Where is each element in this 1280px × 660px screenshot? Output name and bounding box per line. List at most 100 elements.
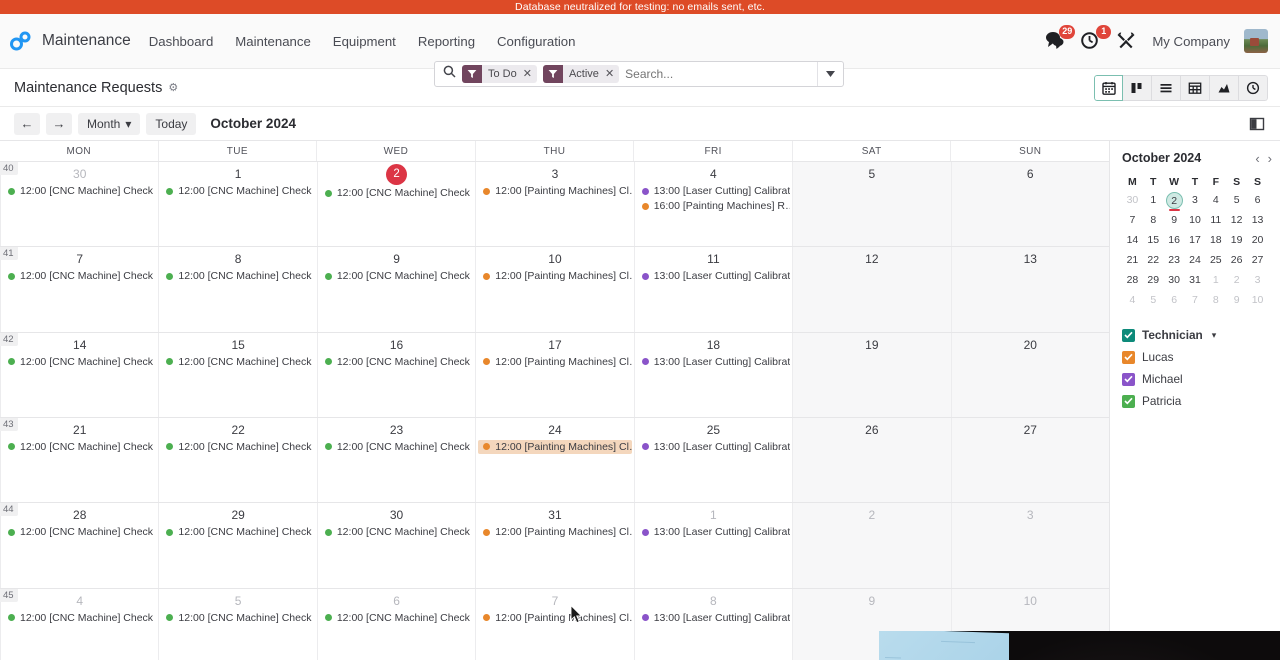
day-number[interactable]: 26 <box>793 421 950 439</box>
day-cell[interactable]: 20 <box>950 332 1109 417</box>
day-cell[interactable]: 31 12:00 [Painting Machines] Cl… <box>475 503 634 588</box>
calendar-event[interactable]: 12:00 [CNC Machine] Check … <box>3 269 156 283</box>
mini-day[interactable]: 2 <box>1226 270 1247 290</box>
view-activity-button[interactable] <box>1239 74 1268 101</box>
day-cell[interactable]: 22 12:00 [CNC Machine] Check … <box>158 417 317 503</box>
day-number[interactable]: 6 <box>318 592 475 610</box>
day-cell[interactable]: 23 12:00 [CNC Machine] Check … <box>316 417 476 503</box>
day-number[interactable]: 2 <box>793 506 950 524</box>
day-cell[interactable]: 17 12:00 [Painting Machines] Cl… <box>475 332 634 417</box>
day-number[interactable]: 3 <box>476 165 633 183</box>
day-cell[interactable]: 9 12:00 [CNC Machine] Check … <box>316 247 476 332</box>
day-number[interactable]: 5 <box>793 165 950 183</box>
day-cell[interactable]: 12 <box>792 247 951 332</box>
calendar-event[interactable]: 12:00 [CNC Machine] Check … <box>320 440 473 454</box>
mini-day-today[interactable]: 2 <box>1164 190 1185 211</box>
mini-day[interactable]: 10 <box>1247 290 1268 310</box>
day-cell[interactable]: 28 12:00 [CNC Machine] Check … <box>0 503 159 588</box>
calendar-event[interactable]: 12:00 [CNC Machine] Check … <box>320 611 473 625</box>
mini-day[interactable]: 17 <box>1185 230 1206 250</box>
day-cell[interactable]: 1 12:00 [CNC Machine] Check … <box>158 162 317 247</box>
day-number[interactable]: 31 <box>476 506 633 524</box>
day-number[interactable]: 19 <box>793 336 950 354</box>
day-number[interactable]: 16 <box>318 336 475 354</box>
nav-item-reporting[interactable]: Reporting <box>418 34 475 49</box>
activities-clock-icon[interactable]: 1 <box>1080 25 1112 52</box>
day-number[interactable]: 17 <box>476 336 633 354</box>
day-number[interactable]: 10 <box>476 250 633 268</box>
day-cell[interactable]: 24 12:00 [Painting Machines] Cl… <box>475 417 634 503</box>
mini-day[interactable]: 1 <box>1143 190 1164 210</box>
day-number[interactable]: 4 <box>635 165 792 183</box>
checkbox-lucas[interactable] <box>1122 350 1135 364</box>
day-number[interactable]: 7 <box>476 592 633 610</box>
messages-icon[interactable]: 29 <box>1044 25 1076 52</box>
company-menu[interactable]: My Company <box>1152 34 1230 49</box>
day-number[interactable]: 29 <box>159 506 316 524</box>
view-pivot-button[interactable] <box>1181 74 1210 101</box>
day-cell[interactable]: 4 13:00 [Laser Cutting] Calibrat… 16:00 [P… <box>633 162 793 247</box>
week-number[interactable]: 42 <box>0 332 18 346</box>
day-number[interactable]: 9 <box>318 250 475 268</box>
calendar-event[interactable]: 13:00 [Laser Cutting] Calibrat… <box>637 440 790 454</box>
mini-day[interactable]: 28 <box>1122 270 1143 290</box>
mini-day[interactable]: 7 <box>1185 290 1206 310</box>
day-number[interactable]: 12 <box>793 250 950 268</box>
scale-select-button[interactable]: Month ▾ <box>78 112 141 135</box>
nav-item-equipment[interactable]: Equipment <box>333 34 396 49</box>
view-kanban-button[interactable] <box>1123 74 1152 101</box>
calendar-event[interactable]: 12:00 [CNC Machine] Check … <box>3 355 156 369</box>
mini-day[interactable]: 3 <box>1247 270 1268 290</box>
week-number[interactable]: 41 <box>0 247 18 261</box>
filter-row-patricia[interactable]: Patricia <box>1122 394 1272 408</box>
mini-day[interactable]: 3 <box>1185 190 1206 210</box>
calendar-event[interactable]: 12:00 [Painting Machines] Cl… <box>478 269 632 283</box>
calendar-event[interactable]: 16:00 [Painting Machines] R… <box>637 199 790 213</box>
facet-remove-active[interactable]: ✕ <box>603 65 620 83</box>
day-number[interactable]: 20 <box>952 336 1109 354</box>
mini-day[interactable]: 22 <box>1143 250 1164 270</box>
nav-item-configuration[interactable]: Configuration <box>497 34 575 49</box>
mini-day[interactable]: 11 <box>1205 210 1226 230</box>
search-dropdown-toggle[interactable] <box>817 62 843 86</box>
calendar-event[interactable]: 12:00 [CNC Machine] Check … <box>161 269 315 283</box>
calendar-event[interactable]: 12:00 [CNC Machine] Check … <box>320 355 473 369</box>
day-cell[interactable]: 30 12:00 [CNC Machine] Check … <box>316 503 476 588</box>
search-input[interactable] <box>625 67 817 81</box>
day-number[interactable]: 3 <box>952 506 1109 524</box>
view-graph-button[interactable] <box>1210 74 1239 101</box>
day-number[interactable]: 1 <box>635 506 792 524</box>
mini-day[interactable]: 9 <box>1164 210 1185 230</box>
day-cell[interactable]: 25 13:00 [Laser Cutting] Calibrat… <box>633 417 793 503</box>
filter-facet-todo[interactable]: To Do ✕ <box>462 65 537 83</box>
day-number[interactable]: 10 <box>952 592 1109 610</box>
mini-day[interactable]: 23 <box>1164 250 1185 270</box>
view-calendar-button[interactable] <box>1094 74 1123 101</box>
day-cell[interactable]: 7 12:00 [CNC Machine] Check … <box>0 247 159 332</box>
calendar-event[interactable]: 12:00 [Painting Machines] Cl… <box>478 184 632 198</box>
day-cell[interactable]: 16 12:00 [CNC Machine] Check … <box>316 332 476 417</box>
mini-day[interactable]: 9 <box>1226 290 1247 310</box>
day-cell[interactable]: 29 12:00 [CNC Machine] Check … <box>158 503 317 588</box>
calendar-event[interactable]: 12:00 [Painting Machines] Cl… <box>478 355 632 369</box>
mini-day[interactable]: 30 <box>1164 270 1185 290</box>
filter-facet-active[interactable]: Active ✕ <box>542 65 620 83</box>
calendar-event[interactable]: 12:00 [CNC Machine] Check … <box>161 184 315 198</box>
day-number[interactable]: 9 <box>793 592 950 610</box>
mini-day[interactable]: 24 <box>1185 250 1206 270</box>
chevron-down-icon[interactable]: ▾ <box>1212 330 1217 341</box>
day-number[interactable]: 21 <box>1 421 158 439</box>
day-cell[interactable]: 2 12:00 [CNC Machine] Check … <box>316 162 476 247</box>
day-number[interactable]: 11 <box>635 250 792 268</box>
week-number[interactable]: 40 <box>0 162 18 175</box>
day-number[interactable]: 5 <box>159 592 316 610</box>
day-cell[interactable]: 8 13:00 [Laser Cutting] Calibrat… <box>633 588 793 660</box>
mini-day[interactable]: 7 <box>1122 210 1143 230</box>
mini-day[interactable]: 4 <box>1122 290 1143 310</box>
day-number[interactable]: 27 <box>952 421 1109 439</box>
day-cell[interactable]: 18 13:00 [Laser Cutting] Calibrat… <box>633 332 793 417</box>
day-cell[interactable]: 26 <box>792 417 951 503</box>
calendar-event[interactable]: 12:00 [CNC Machine] Check … <box>3 440 156 454</box>
mini-day[interactable]: 29 <box>1143 270 1164 290</box>
today-button[interactable]: Today <box>146 112 197 135</box>
